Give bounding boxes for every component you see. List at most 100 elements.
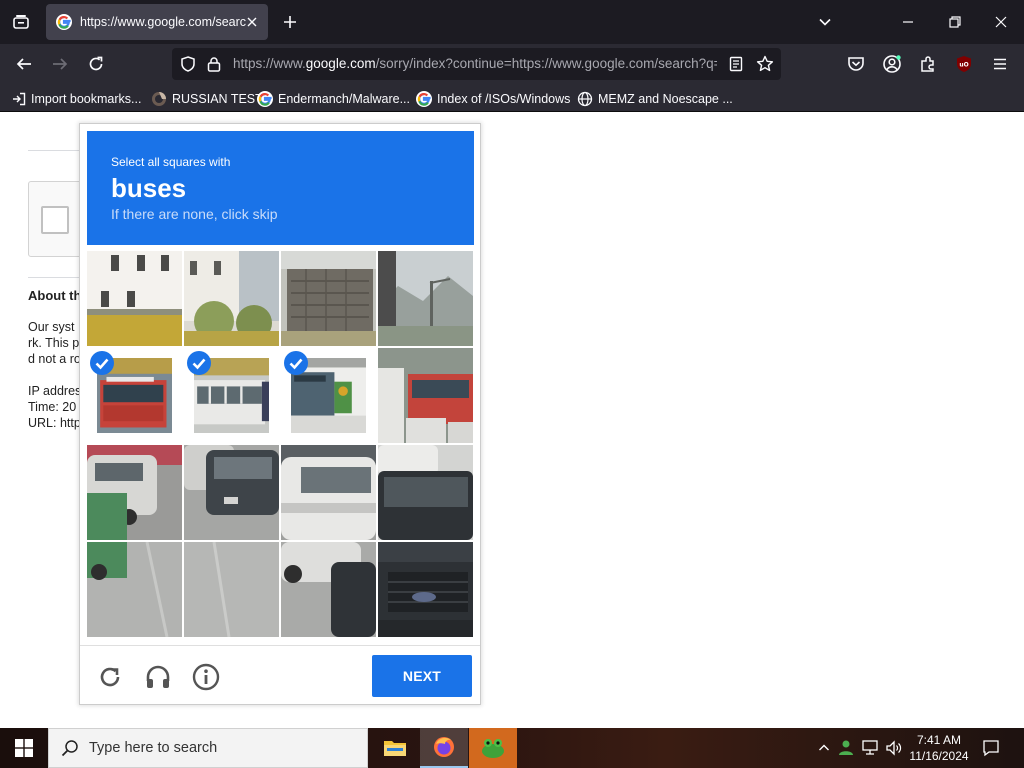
arrow-left-icon <box>16 58 31 70</box>
bookmark-russian-test[interactable]: RUSSIAN TEST <box>151 90 263 108</box>
grid-tile[interactable] <box>184 251 279 346</box>
tile-image-white-suv <box>281 445 376 540</box>
challenge-instruction: Select all squares with <box>111 155 231 169</box>
time-line: Time: 20 <box>28 400 77 414</box>
firefox-taskbar-button[interactable] <box>420 728 468 768</box>
minimize-icon <box>903 21 913 23</box>
taskbar-clock[interactable]: 7:41 AM 11/16/2024 <box>906 732 972 764</box>
show-hidden-icons-button[interactable] <box>814 738 834 758</box>
recaptcha-checkbox[interactable] <box>41 206 69 234</box>
reader-view-icon <box>729 56 743 72</box>
reload-challenge-button[interactable] <box>95 662 125 692</box>
plus-icon <box>284 16 296 28</box>
tab-close-button[interactable] <box>244 14 260 30</box>
url-text[interactable]: https://www.google.com/sorry/index?conti… <box>233 56 717 71</box>
grid-tile[interactable] <box>378 542 473 637</box>
tracking-protection-button[interactable] <box>178 54 198 74</box>
grid-tile-selected[interactable] <box>281 348 376 443</box>
challenge-footer: NEXT <box>80 645 480 705</box>
audio-challenge-button[interactable] <box>143 662 173 692</box>
clock-date: 11/16/2024 <box>909 749 969 763</box>
reload-icon <box>89 56 103 71</box>
bookmark-index-isos[interactable]: Index of /ISOs/Windows <box>416 90 570 108</box>
puzzle-icon <box>921 56 934 72</box>
grid-tile[interactable] <box>378 445 473 540</box>
hamburger-menu-icon <box>994 58 1006 70</box>
grid-tile[interactable] <box>87 445 182 540</box>
pocket-button[interactable] <box>844 52 868 76</box>
tile-image-building <box>87 251 182 346</box>
grid-tile[interactable] <box>184 445 279 540</box>
close-icon <box>247 17 257 27</box>
tile-image-billboard <box>281 251 376 346</box>
tile-image-building-trees <box>184 251 279 346</box>
forward-button[interactable] <box>48 52 72 76</box>
recaptcha-challenge-dialog: Select all squares with buses If there a… <box>79 123 481 705</box>
app-menu-button[interactable] <box>988 52 1012 76</box>
list-all-tabs-button[interactable] <box>813 10 837 34</box>
google-favicon-icon <box>257 91 273 107</box>
bookmark-label: MEMZ and Noescape ... <box>598 92 733 106</box>
chevron-up-icon <box>819 744 829 751</box>
clock-time: 7:41 AM <box>916 733 962 747</box>
volume-tray-button[interactable] <box>884 738 904 758</box>
help-button[interactable] <box>191 662 221 692</box>
speaker-icon <box>886 740 902 756</box>
grid-tile[interactable] <box>87 542 182 637</box>
checkmark-icon <box>90 351 114 375</box>
challenge-image-grid <box>87 251 474 638</box>
grid-tile[interactable] <box>87 251 182 346</box>
minimize-button[interactable] <box>896 10 920 34</box>
browser-tab[interactable]: https://www.google.com/search?q= <box>46 4 268 40</box>
bookmark-memz[interactable]: MEMZ and Noescape ... <box>577 90 733 108</box>
google-favicon-icon <box>56 14 72 30</box>
bookmark-label: Endermanch/Malware... <box>278 92 411 106</box>
back-button[interactable] <box>12 52 36 76</box>
notification-icon <box>983 740 999 757</box>
challenge-header: Select all squares with buses If there a… <box>87 131 474 245</box>
tile-image-cars <box>87 445 182 540</box>
bookmark-star-button[interactable] <box>755 54 775 74</box>
grid-tile[interactable] <box>281 251 376 346</box>
network-tray-button[interactable] <box>860 738 880 758</box>
grid-tile[interactable] <box>281 445 376 540</box>
chevron-down-icon <box>819 18 831 26</box>
next-button[interactable]: NEXT <box>372 655 472 697</box>
taskbar-search-box[interactable]: Type here to search <box>48 728 368 768</box>
grid-tile-selected[interactable] <box>87 348 182 443</box>
firefox-icon <box>434 737 454 757</box>
bookmark-import[interactable]: Import bookmarks... <box>12 90 141 108</box>
windows-logo-icon <box>15 739 33 757</box>
grid-tile[interactable] <box>378 348 473 443</box>
tab-title: https://www.google.com/search?q= <box>80 15 246 29</box>
search-icon <box>61 740 78 757</box>
restore-button[interactable] <box>943 10 967 34</box>
action-center-button[interactable] <box>981 738 1001 758</box>
tab-strip: https://www.google.com/search?q= <box>0 0 1024 44</box>
bookmark-endermanch[interactable]: Endermanch/Malware... <box>257 90 410 108</box>
people-tray-button[interactable] <box>836 738 856 758</box>
game-taskbar-button[interactable] <box>469 728 517 768</box>
address-bar[interactable]: https://www.google.com/sorry/index?conti… <box>172 48 781 80</box>
tab-list-icon <box>13 15 29 29</box>
start-button[interactable] <box>0 728 48 768</box>
reload-button[interactable] <box>84 52 108 76</box>
grid-tile[interactable] <box>184 542 279 637</box>
svg-text:uO: uO <box>959 62 968 69</box>
site-info-button[interactable] <box>204 54 224 74</box>
import-icon <box>13 92 26 106</box>
new-tab-button[interactable] <box>279 11 301 33</box>
ublock-origin-button[interactable]: uO <box>952 52 976 76</box>
bookmark-label: Import bookmarks... <box>31 92 142 106</box>
account-button[interactable] <box>880 52 904 76</box>
grid-tile[interactable] <box>281 542 376 637</box>
close-window-button[interactable] <box>989 10 1013 34</box>
grid-tile[interactable] <box>378 251 473 346</box>
tab-list-button[interactable] <box>8 9 34 35</box>
checkmark-icon <box>187 351 211 375</box>
file-explorer-taskbar-button[interactable] <box>371 728 419 768</box>
grid-tile-selected[interactable] <box>184 348 279 443</box>
extensions-button[interactable] <box>916 52 940 76</box>
reader-view-button[interactable] <box>726 54 746 74</box>
lock-icon <box>207 57 221 72</box>
